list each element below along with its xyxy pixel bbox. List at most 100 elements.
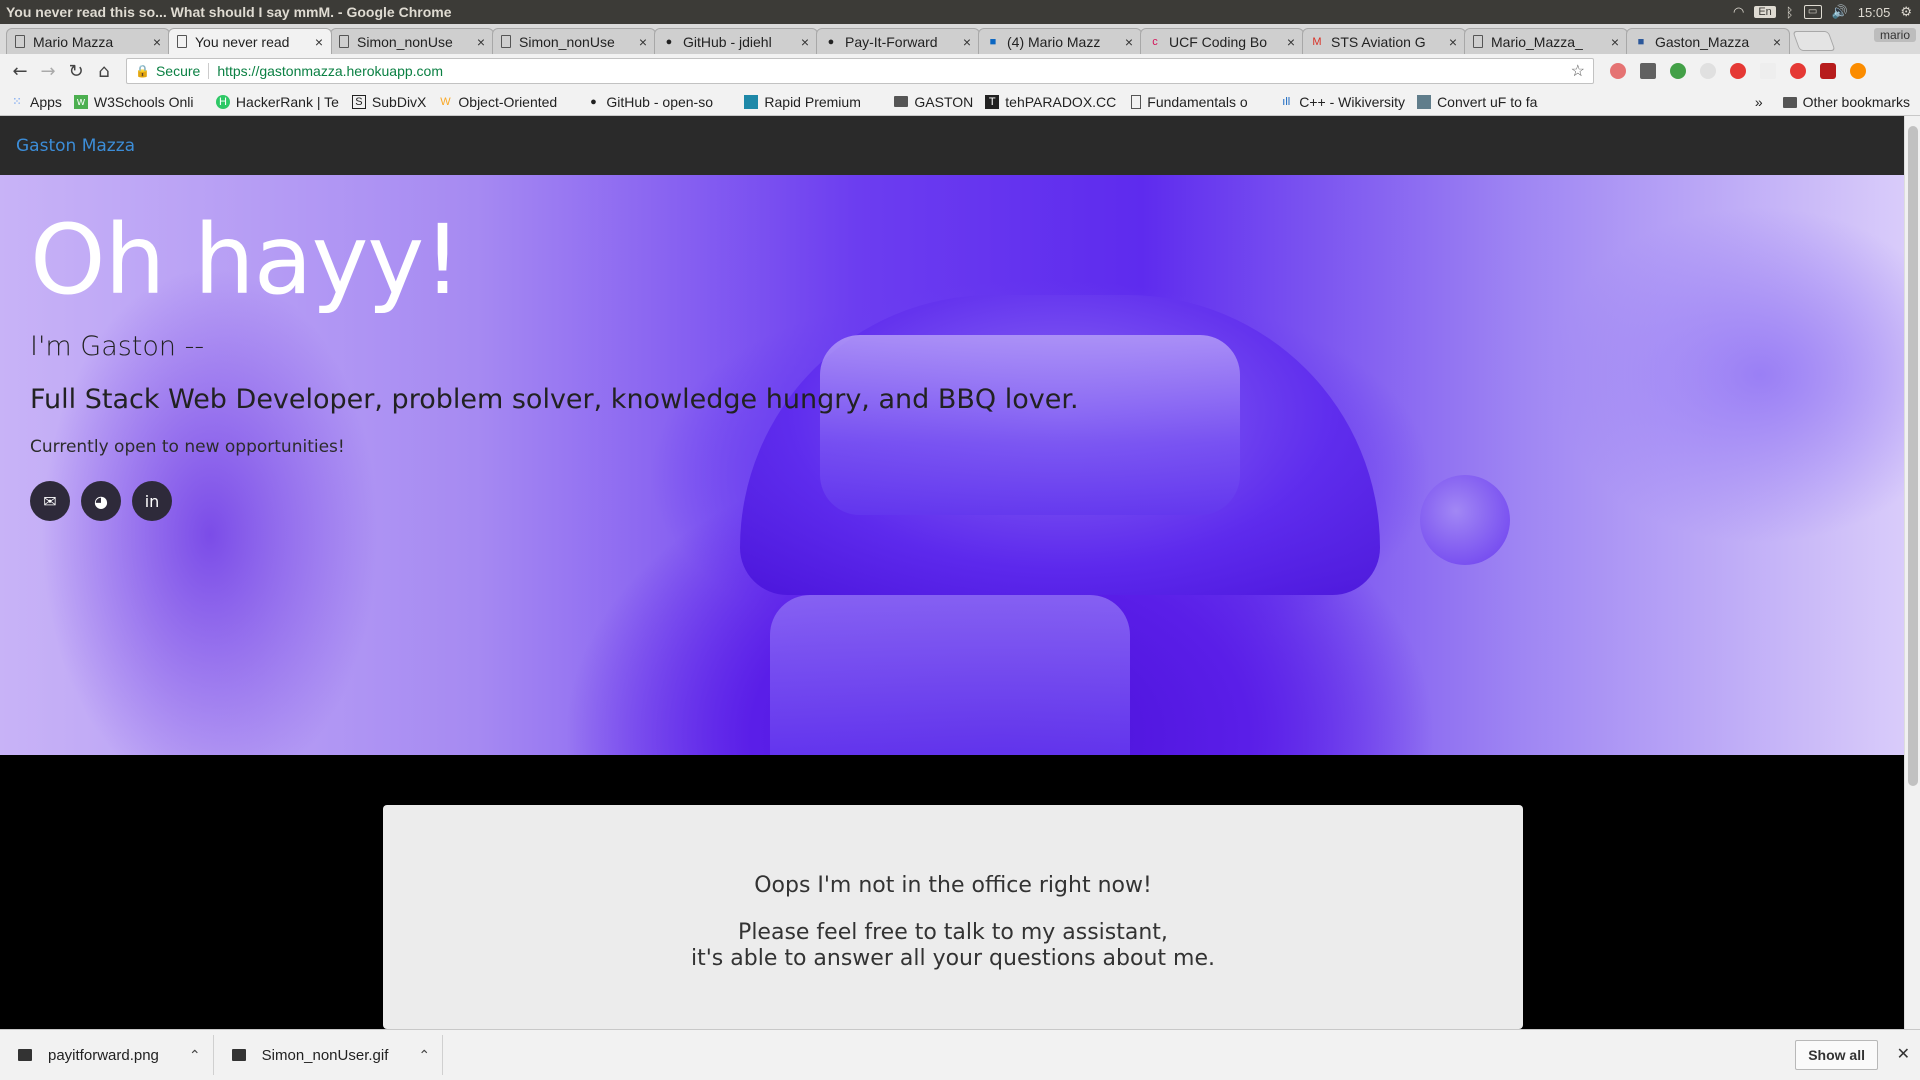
image-file-icon [231,1049,246,1061]
tab[interactable]: ● Pay-It-Forward × [816,28,980,54]
tab-close-icon[interactable]: × [315,34,323,50]
apps-grid-icon: ⁙ [12,96,22,108]
bookmark-convert[interactable]: Convert uF to fa [1417,94,1553,110]
os-top-bar: You never read this so... What should I … [0,0,1920,24]
chat-message: Oops I'm not in the office right now! [754,873,1152,898]
chrome-menu-update-icon[interactable] [1850,63,1866,79]
tab[interactable]: Simon_nonUse × [492,28,656,54]
page-scrollbar[interactable] [1904,116,1920,1029]
volume-icon[interactable]: 🔊 [1832,4,1848,20]
tab[interactable]: Simon_nonUse × [330,28,494,54]
bookmark-subdivx[interactable]: S SubDivX [351,94,426,110]
site-brand-link[interactable]: Gaston Mazza [16,136,135,156]
page-viewport: Gaston Mazza Oh hayy! I'm Gaston -- Full… [0,116,1904,1029]
hero-status: Currently open to new opportunities! [30,437,345,457]
extension-icon[interactable] [1610,63,1626,79]
forward-arrow-icon[interactable]: → [36,59,60,83]
close-icon[interactable]: ✕ [1897,1044,1910,1064]
bookmark-hackerrank[interactable]: H HackerRank | Te [215,94,340,110]
hero-content: Oh hayy! I'm Gaston -- Full Stack Web De… [30,205,1079,521]
bookmark-w3schools[interactable]: w W3Schools Onli [73,94,204,110]
window-title: You never read this so... What should I … [6,4,452,20]
email-icon[interactable]: ✉ [30,481,70,521]
tab[interactable]: ■ Gaston_Mazza × [1626,28,1790,54]
subdivx-icon: S [351,94,366,109]
github-icon[interactable]: ◕ [81,481,121,521]
address-bar[interactable]: 🔒 Secure https://gastonmazza.herokuapp.c… [126,58,1594,84]
url-text[interactable]: https://gastonmazza.herokuapp.com [217,63,1570,79]
bookmark-rapid-premium[interactable]: Rapid Premium [744,94,882,110]
hero-background-image [1420,475,1510,565]
adblock-icon[interactable] [1790,63,1806,79]
linkedin-icon[interactable]: in [132,481,172,521]
tab[interactable]: Mario_Mazza_ × [1464,28,1628,54]
tab-active[interactable]: You never read × [168,28,332,54]
scrollbar-thumb[interactable] [1908,126,1918,786]
tab-close-icon[interactable]: × [1125,34,1133,50]
extension-icon[interactable] [1640,63,1656,79]
tab[interactable]: ■ (4) Mario Mazz × [978,28,1142,54]
extension-icon[interactable] [1700,63,1716,79]
chevron-up-icon[interactable]: ⌃ [189,1047,201,1064]
show-all-button[interactable]: Show all [1795,1040,1878,1070]
folder-icon [1782,96,1797,108]
chat-assistant-box[interactable]: Oops I'm not in the office right now! Pl… [383,805,1523,1029]
tab[interactable]: c UCF Coding Bo × [1140,28,1304,54]
bookmark-apps[interactable]: ⁙ Apps [10,94,62,110]
download-item[interactable]: payitforward.png ⌃ [0,1035,214,1075]
github-icon: ● [665,35,673,48]
bookmark-star-icon[interactable]: ☆ [1571,61,1585,81]
tab-close-icon[interactable]: × [801,34,809,50]
tab-close-icon[interactable]: × [477,34,485,50]
extension-icon[interactable] [1760,63,1776,79]
keyboard-language[interactable]: En [1754,6,1776,18]
page-icon [1473,35,1483,48]
tab-close-icon[interactable]: × [963,34,971,50]
bookmark-fundamentals[interactable]: Fundamentals o [1131,94,1267,110]
github-icon: ● [827,35,835,48]
home-icon[interactable]: ⌂ [92,59,116,83]
settings-gear-icon[interactable]: ⚙ [1900,4,1912,20]
bookmark-tehparadox[interactable]: TtehPARADOX.CC [985,94,1119,110]
download-filename: payitforward.png [48,1046,159,1064]
reload-icon[interactable]: ↻ [64,59,88,83]
ublock-icon[interactable] [1820,63,1836,79]
bookmark-object-oriented[interactable]: W Object-Oriented [438,94,574,110]
tab[interactable]: ● GitHub - jdiehl × [654,28,818,54]
w3schools-icon: w [73,94,88,109]
site-navbar: Gaston Mazza [0,116,1904,175]
chevron-up-icon[interactable]: ⌃ [418,1047,430,1064]
tab-close-icon[interactable]: × [1287,34,1295,50]
tab-close-icon[interactable]: × [1611,34,1619,50]
tab-close-icon[interactable]: × [1773,34,1781,50]
back-arrow-icon[interactable]: ← [8,59,32,83]
hero-background-image [770,595,1130,755]
profile-button[interactable]: mario [1873,28,1916,42]
bookmark-github[interactable]: ● GitHub - open-so [586,94,732,110]
tab[interactable]: M STS Aviation G × [1302,28,1466,54]
clock[interactable]: 15:05 [1858,5,1891,20]
browser-toolbar: ← → ↻ ⌂ 🔒 Secure https://gastonmazza.her… [0,54,1920,88]
word-icon: ■ [1637,35,1645,48]
bookmark-folder-gaston[interactable]: GASTON [894,94,973,110]
new-tab-button[interactable] [1792,31,1836,51]
battery-icon[interactable]: ▭ [1803,5,1822,19]
image-file-icon [18,1049,32,1061]
opera-icon[interactable] [1730,63,1746,79]
system-tray: ◠ En ᛒ ▭ 🔊 15:05 ⚙ [1733,0,1912,24]
page-icon [1131,94,1142,109]
wifi-icon[interactable]: ◠ [1733,4,1744,20]
bookmarks-overflow-button[interactable]: » [1755,94,1763,110]
bluetooth-icon[interactable]: ᛒ [1786,5,1794,20]
secure-label: Secure [155,63,201,79]
shield-icon[interactable] [1670,63,1686,79]
download-item[interactable]: Simon_nonUser.gif ⌃ [214,1035,444,1075]
tab-close-icon[interactable]: × [639,34,647,50]
tab-close-icon[interactable]: × [1449,34,1457,50]
other-bookmarks[interactable]: Other bookmarks [1782,94,1910,110]
hero-intro: I'm Gaston -- [30,331,205,362]
folder-icon [894,96,909,107]
tab-close-icon[interactable]: × [153,34,161,50]
tab[interactable]: Mario Mazza × [6,28,170,54]
bookmark-cpp-wikiversity[interactable]: ıll C++ - Wikiversity [1279,94,1405,110]
